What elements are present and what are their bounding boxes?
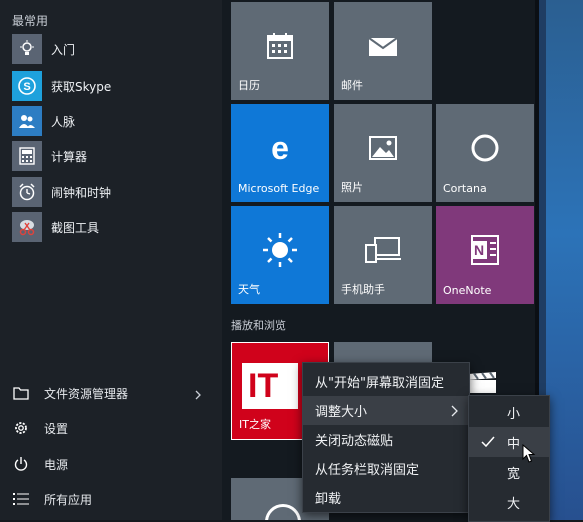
app-item-alarms-clock[interactable]: 闹钟和时钟 <box>12 177 111 207</box>
power-label: 电源 <box>44 457 69 472</box>
tile-photos[interactable]: 照片 <box>334 104 432 202</box>
mail-icon <box>334 26 432 66</box>
tile-label: 照片 <box>341 181 363 194</box>
size-option-label: 中 <box>507 436 521 452</box>
size-option-wide[interactable]: 宽 <box>469 457 549 487</box>
tile-label: IT之家 <box>239 418 271 431</box>
app-label: 闹钟和时钟 <box>51 185 112 200</box>
skype-icon: S <box>12 71 42 101</box>
size-option-small[interactable]: 小 <box>469 397 549 427</box>
people-icon <box>12 106 42 136</box>
app-item-snipping-tool[interactable]: 截图工具 <box>12 212 99 242</box>
file-explorer-label: 文件资源管理器 <box>44 386 129 401</box>
power-icon <box>12 455 30 473</box>
chevron-right-icon[interactable] <box>192 386 204 400</box>
alarm-clock-icon <box>12 177 42 207</box>
size-option-medium[interactable]: 中 <box>469 427 549 457</box>
tile-onenote[interactable]: N OneNote <box>436 206 534 304</box>
photo-icon <box>334 128 432 168</box>
calculator-icon <box>12 141 42 171</box>
tile-label: 日历 <box>238 79 260 92</box>
sun-icon <box>231 230 329 270</box>
chevron-right-icon <box>451 405 458 417</box>
onenote-icon: N <box>436 230 534 270</box>
most-used-heading: 最常用 <box>12 14 49 28</box>
tile-label: 天气 <box>238 283 260 296</box>
ithome-logo-text: IT <box>248 367 279 405</box>
menu-item-label: 卸载 <box>315 492 342 507</box>
app-label: 人脉 <box>51 114 76 129</box>
size-option-label: 大 <box>507 496 521 512</box>
tile-phone-companion[interactable]: 手机助手 <box>334 206 432 304</box>
tile-edge[interactable]: e Microsoft Edge <box>231 104 329 202</box>
mouse-cursor-icon <box>522 443 536 468</box>
snipping-tool-icon <box>12 212 42 242</box>
settings-label: 设置 <box>44 421 69 436</box>
app-label: 获取Skype <box>51 79 112 94</box>
tile-context-menu: 从"开始"屏幕取消固定 调整大小 关闭动态磁贴 从任务栏取消固定 卸载 <box>302 362 470 513</box>
tile-calendar[interactable]: 日历 <box>231 2 329 100</box>
menu-item-unpin-start[interactable]: 从"开始"屏幕取消固定 <box>303 367 469 396</box>
file-explorer-item[interactable]: 文件资源管理器 <box>12 381 128 405</box>
app-label: 入门 <box>51 42 76 57</box>
tile-label: OneNote <box>443 284 492 297</box>
app-item-get-started[interactable]: 入门 <box>12 34 75 64</box>
tile-label: Microsoft Edge <box>238 182 320 195</box>
app-item-calculator[interactable]: 计算器 <box>12 141 87 171</box>
menu-item-turn-off-live-tile[interactable]: 关闭动态磁贴 <box>303 425 469 454</box>
tile-label: 邮件 <box>341 79 363 92</box>
list-icon <box>12 490 30 508</box>
calendar-icon <box>231 26 329 66</box>
app-label: 计算器 <box>51 149 88 164</box>
tile-mail[interactable]: 邮件 <box>334 2 432 100</box>
clapperboard-icon <box>466 371 498 394</box>
all-apps-item[interactable]: 所有应用 <box>12 487 92 511</box>
menu-item-uninstall[interactable]: 卸载 <box>303 483 469 512</box>
settings-item[interactable]: 设置 <box>12 416 68 440</box>
resize-submenu: 小 中 宽 大 <box>468 395 550 522</box>
power-item[interactable]: 电源 <box>12 452 68 476</box>
menu-item-label: 调整大小 <box>315 405 368 420</box>
svg-text:S: S <box>23 81 30 93</box>
folder-icon <box>12 384 30 402</box>
tile-cortana[interactable]: Cortana <box>436 104 534 202</box>
tile-label: Cortana <box>443 182 487 195</box>
menu-item-label: 从任务栏取消固定 <box>315 463 420 478</box>
tile-label: 手机助手 <box>341 283 385 296</box>
ithome-logo: IT <box>242 363 298 409</box>
gear-icon <box>12 419 30 437</box>
checkmark-icon <box>481 436 495 448</box>
all-apps-label: 所有应用 <box>44 492 93 507</box>
tile-weather[interactable]: 天气 <box>231 206 329 304</box>
menu-item-resize[interactable]: 调整大小 <box>303 396 469 425</box>
app-item-people[interactable]: 人脉 <box>12 106 75 136</box>
edge-icon: e <box>231 128 329 168</box>
size-option-large[interactable]: 大 <box>469 487 549 517</box>
menu-item-unpin-taskbar[interactable]: 从任务栏取消固定 <box>303 454 469 483</box>
svg-text:N: N <box>474 242 484 258</box>
tile-group-title: 播放和浏览 <box>231 319 286 332</box>
app-item-get-skype[interactable]: S 获取Skype <box>12 71 111 101</box>
phone-laptop-icon <box>334 230 432 270</box>
lightbulb-icon <box>12 34 42 64</box>
size-option-label: 小 <box>507 406 521 422</box>
svg-text:e: e <box>271 132 289 164</box>
circle-icon <box>265 504 301 520</box>
cortana-icon <box>436 128 534 168</box>
app-label: 截图工具 <box>51 220 100 235</box>
menu-item-label: 关闭动态磁贴 <box>315 434 394 449</box>
menu-item-label: 从"开始"屏幕取消固定 <box>315 376 444 391</box>
size-option-label: 宽 <box>507 466 521 482</box>
